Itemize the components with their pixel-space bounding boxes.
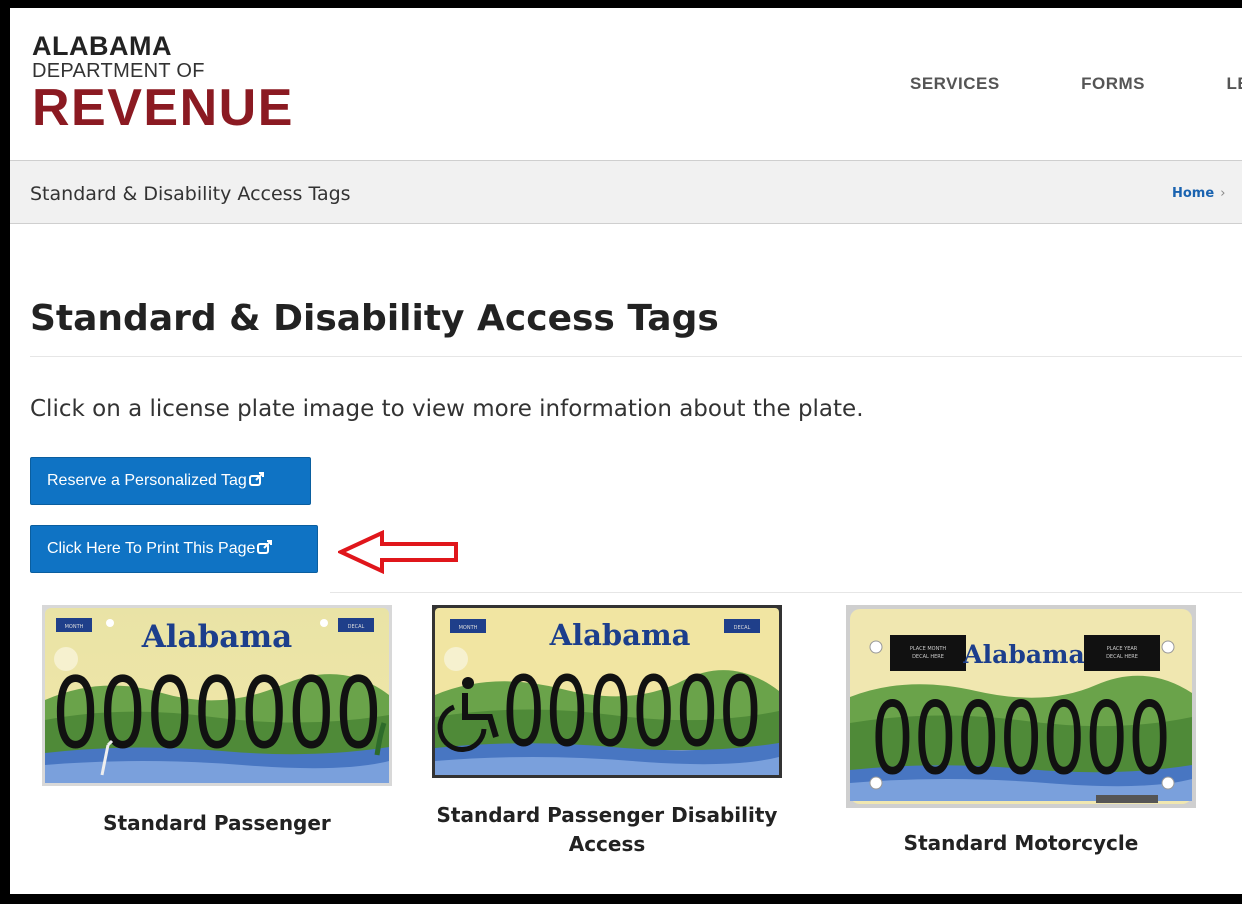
- plate-state-name: Alabama: [549, 618, 691, 652]
- page-title: Standard & Disability Access Tags: [30, 298, 719, 339]
- breadcrumb-home-link[interactable]: Home: [1172, 186, 1214, 201]
- plate-decal-left-line1: PLACE MONTH: [910, 646, 947, 652]
- plate-label-standard-motorcycle: Standard Motorcycle: [903, 831, 1139, 855]
- plate-image-standard-passenger[interactable]: MONTH DECAL Alabama 0000000: [42, 605, 392, 786]
- main-nav: SERVICES FORMS LE: [910, 74, 1242, 94]
- plate-decal-right: DECAL: [348, 624, 365, 630]
- logo-line-alabama: ALABAMA: [32, 31, 172, 61]
- site-logo[interactable]: ALABAMA DEPARTMENT OF REVENUE: [32, 32, 294, 134]
- plate-number: 0000000: [52, 657, 382, 771]
- plate-decal-right-line1: PLACE YEAR: [1107, 646, 1138, 652]
- browser-viewport: ALABAMA DEPARTMENT OF REVENUE SERVICES F…: [10, 8, 1242, 894]
- plate-decal-right: DECAL: [734, 625, 751, 631]
- breadcrumb-separator: ›: [1220, 186, 1226, 201]
- plate-number: 000000: [502, 656, 762, 768]
- external-link-icon: [248, 459, 265, 486]
- breadcrumb-bar: Standard & Disability Access Tags Home ›: [10, 160, 1242, 224]
- plate-state-name: Alabama: [141, 619, 293, 655]
- plate-number: 0000000: [871, 680, 1171, 797]
- intro-text: Click on a license plate image to view m…: [30, 396, 864, 422]
- breadcrumb-page-title: Standard & Disability Access Tags: [30, 183, 351, 205]
- print-page-button[interactable]: Click Here To Print This Page: [30, 525, 318, 573]
- title-divider: [30, 356, 1242, 357]
- section-divider: [330, 592, 1242, 593]
- plate-decal-left-line2: DECAL HERE: [912, 654, 944, 660]
- site-header: ALABAMA DEPARTMENT OF REVENUE SERVICES F…: [10, 8, 1242, 160]
- red-arrow-icon: [336, 529, 460, 579]
- breadcrumb: Home ›: [1172, 186, 1225, 201]
- reserve-personalized-tag-button[interactable]: Reserve a Personalized Tag: [30, 457, 311, 505]
- logo-line-revenue: REVENUE: [32, 79, 294, 137]
- plate-decal-left: MONTH: [65, 624, 84, 630]
- plate-decal-left: MONTH: [459, 625, 478, 631]
- plate-label-line1: Standard Passenger Disability: [436, 803, 778, 827]
- plate-barcode: [1096, 795, 1158, 803]
- plate-decal-right-line2: DECAL HERE: [1106, 654, 1138, 660]
- nav-item-forms[interactable]: FORMS: [1081, 74, 1145, 94]
- plate-image-standard-motorcycle[interactable]: PLACE MONTH DECAL HERE PLACE YEAR DECAL …: [846, 605, 1196, 808]
- plate-label-standard-passenger: Standard Passenger: [103, 811, 331, 835]
- plate-image-disability-access[interactable]: MONTH DECAL Alabama 000000: [432, 605, 782, 778]
- reserve-button-label: Reserve a Personalized Tag: [47, 472, 247, 489]
- plate-label-disability-access: Standard Passenger Disability Access: [424, 801, 790, 859]
- print-button-label: Click Here To Print This Page: [47, 540, 256, 557]
- nav-item-services[interactable]: SERVICES: [910, 74, 1000, 94]
- nav-item-le[interactable]: LE: [1226, 74, 1242, 94]
- external-link-icon: [257, 527, 273, 554]
- plate-label-line2: Access: [568, 832, 646, 856]
- plate-state-name: Alabama: [962, 640, 1084, 669]
